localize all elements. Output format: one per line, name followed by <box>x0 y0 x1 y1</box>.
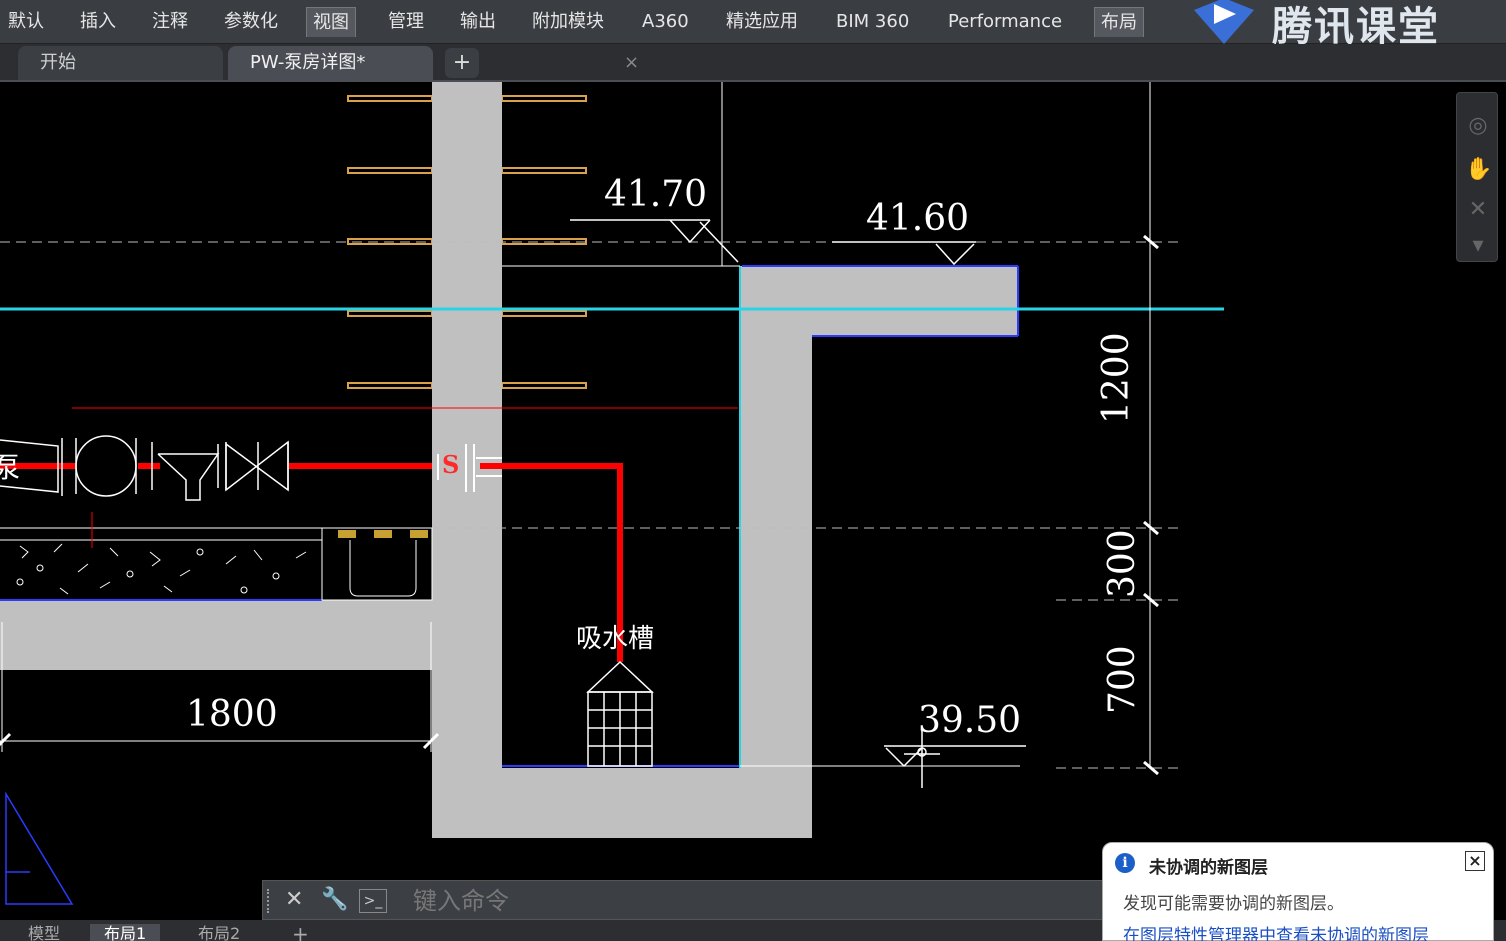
file-tab-start[interactable]: 开始 <box>18 46 223 80</box>
tab-output[interactable]: 输出 <box>454 7 502 37</box>
tab-layout2[interactable]: 布局2 <box>184 924 254 941</box>
tab-addins[interactable]: 附加模块 <box>526 7 610 37</box>
suction-basket <box>586 660 654 767</box>
tab-model[interactable]: 模型 <box>14 924 74 941</box>
drag-handle[interactable] <box>267 889 273 913</box>
floor-slab <box>0 512 433 601</box>
suction-tank-label: 吸水槽 <box>576 624 655 654</box>
ribbon-tab-bar: 默认 插入 注释 参数化 视图 管理 输出 附加模块 A360 精选应用 BIM… <box>0 0 1506 44</box>
dimension-label-1200: 1200 <box>1096 332 1137 424</box>
notification-message: 发现可能需要协调的新图层。 <box>1123 894 1344 914</box>
grating-hatch <box>338 530 428 538</box>
file-tab-bar: 开始 PW-泵房详图* × + <box>0 44 1506 82</box>
elevation-label-top-left: 41.70 <box>604 174 708 215</box>
info-icon: i <box>1115 853 1135 873</box>
play-logo-icon <box>1194 0 1254 44</box>
zoom-icon[interactable]: ✕ <box>1465 197 1491 223</box>
command-input[interactable] <box>413 885 1093 917</box>
notification-balloon: i 未协调的新图层 × 发现可能需要协调的新图层。 在图层特性管理器中查看未协调… <box>1102 842 1494 941</box>
notification-title: 未协调的新图层 <box>1149 858 1268 878</box>
elevation-label-top-right: 41.60 <box>866 198 970 239</box>
file-tab-current-label: PW-泵房详图* <box>250 52 366 73</box>
dimension-label-700: 700 <box>1102 645 1143 714</box>
tab-parametric[interactable]: 参数化 <box>218 7 284 37</box>
wall-edges <box>0 265 1019 767</box>
steering-wheel-icon[interactable]: ◎ <box>1465 113 1491 139</box>
tab-featured-apps[interactable]: 精选应用 <box>720 7 804 37</box>
navigation-bar: ◎ ✋ ✕ ▾ <box>1456 92 1498 262</box>
white-lines <box>502 82 1151 768</box>
layer-manager-link[interactable]: 在图层特性管理器中查看未协调的新图层 <box>1123 921 1429 941</box>
tab-default[interactable]: 默认 <box>2 7 50 37</box>
command-prompt-icon[interactable]: >_ <box>359 889 387 913</box>
tab-manage[interactable]: 管理 <box>382 7 430 37</box>
watermark-logo: 腾讯课堂 <box>1180 0 1506 44</box>
wrench-icon[interactable]: 🔧 <box>321 887 348 912</box>
add-layout-button[interactable]: + <box>278 924 323 941</box>
chevron-down-icon[interactable]: ▾ <box>1465 233 1491 259</box>
pipe-marker-label: S <box>442 450 460 479</box>
tab-bim360[interactable]: BIM 360 <box>830 7 915 37</box>
new-tab-button[interactable]: + <box>445 48 479 78</box>
close-button[interactable]: × <box>1465 851 1485 871</box>
drawing-canvas[interactable]: 41.70 41.60 39.50 1800 1200 300 700 吸水槽 … <box>0 82 1506 920</box>
tab-view[interactable]: 视图 <box>306 7 356 37</box>
command-line: ✕ 🔧 >_ <box>262 880 1112 920</box>
elevation-label-bottom: 39.50 <box>918 700 1022 741</box>
pan-hand-icon[interactable]: ✋ <box>1465 157 1492 183</box>
dimension-label-300: 300 <box>1102 529 1143 598</box>
ucs-triangle-icon <box>5 791 74 905</box>
concrete-hatch <box>16 543 307 595</box>
tab-layout1[interactable]: 布局1 <box>90 924 161 941</box>
file-tab-start-label: 开始 <box>40 52 76 73</box>
close-icon[interactable]: × <box>624 46 639 80</box>
tab-layout[interactable]: 布局 <box>1094 7 1144 37</box>
close-icon[interactable]: ✕ <box>285 887 303 912</box>
tab-annotate[interactable]: 注释 <box>146 7 194 37</box>
dimension-label-1800: 1800 <box>186 694 278 735</box>
logo-text: 腾讯课堂 <box>1272 4 1440 44</box>
tab-performance[interactable]: Performance <box>942 7 1068 37</box>
pump-label-cut: 泵 <box>0 451 21 484</box>
file-tab-current[interactable]: PW-泵房详图* × <box>228 46 639 80</box>
tab-insert[interactable]: 插入 <box>74 7 122 37</box>
cad-drawing <box>0 82 1224 905</box>
tab-a360[interactable]: A360 <box>636 7 695 37</box>
